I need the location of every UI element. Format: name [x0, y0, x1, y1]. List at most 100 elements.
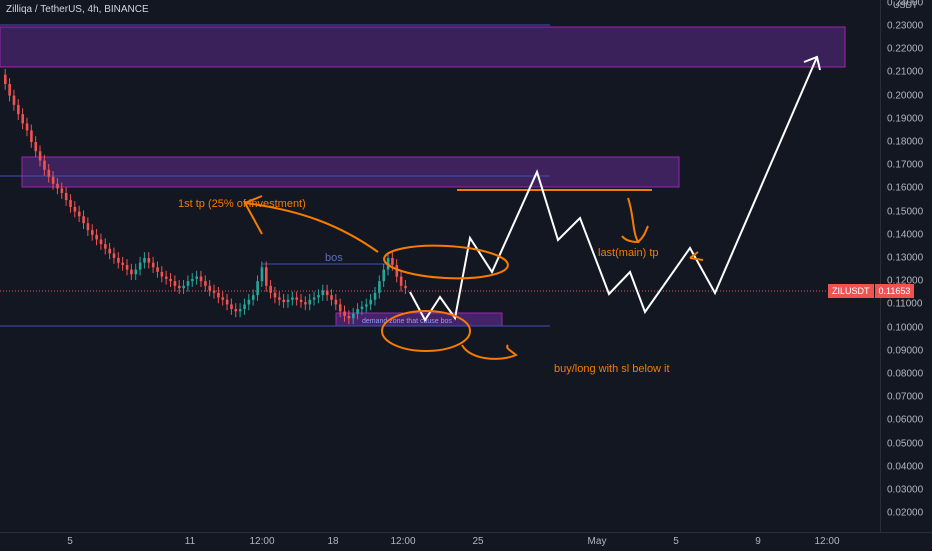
candle-body: [4, 74, 7, 84]
time-axis[interactable]: 5 11 12:00 18 12:00 25 May 5 9 12:00: [0, 532, 932, 551]
demand-zone-label: demand zone that cause bos: [362, 318, 452, 325]
price-axis-label: 0.22000: [887, 43, 924, 55]
price-axis-label: 0.17000: [887, 159, 924, 171]
candle-body: [43, 160, 46, 170]
candle-body: [138, 262, 142, 270]
candle-body: [60, 188, 64, 194]
candle-body: [286, 299, 290, 303]
time-axis-label: 25: [472, 536, 484, 547]
candle-body: [304, 302, 307, 305]
candle-body: [325, 290, 329, 296]
candle-body: [360, 306, 364, 310]
symbol-title: Zilliqa / TetherUS, 4h, BINANCE: [6, 4, 149, 15]
supply-zone-mid[interactable]: [21, 156, 680, 188]
price-axis-label: 0.16000: [887, 182, 924, 194]
candle-body: [17, 104, 20, 115]
candle-body: [278, 297, 281, 300]
candle-body: [217, 292, 220, 298]
candle-body: [330, 295, 333, 300]
time-axis-label: 18: [327, 536, 339, 547]
candle-body: [51, 176, 55, 184]
candle-body: [334, 299, 338, 305]
candle-body: [391, 258, 394, 265]
candle-body: [147, 258, 151, 263]
candle-body: [247, 299, 251, 305]
price-axis[interactable]: 0.24000 0.23000 0.22000 0.21000 0.20000 0.190…: [880, 0, 932, 532]
time-axis-label: 12:00: [390, 536, 416, 547]
candle-body: [178, 285, 181, 289]
price-axis-label: 0.15000: [887, 206, 924, 218]
current-price-value: 0.11653: [874, 284, 915, 298]
candle-body: [204, 281, 207, 286]
price-axis-label: 0.23000: [887, 20, 924, 32]
candle-body: [269, 285, 272, 293]
candle-body: [77, 211, 81, 217]
candle-body: [404, 285, 407, 289]
candle-body: [182, 285, 185, 289]
first-tp-label: 1st tp (25% of investment): [178, 198, 306, 210]
candle-body: [312, 297, 316, 300]
last-tp-arrow[interactable]: [621, 197, 649, 244]
candle-body: [134, 269, 138, 275]
candle-body: [186, 281, 190, 286]
candle-body: [365, 304, 368, 307]
candle-body: [86, 223, 90, 231]
price-axis-label: 0.04000: [887, 461, 924, 473]
price-axis-label: 0.09000: [887, 345, 924, 357]
price-axis-label: 0.08000: [887, 368, 924, 380]
candle-body: [151, 262, 155, 268]
chart-canvas[interactable]: bos demand zone that cause bos 1st tp (2…: [0, 0, 880, 532]
candle-body: [164, 276, 168, 279]
first-tp-arrow[interactable]: [244, 202, 379, 253]
candle-body: [352, 313, 355, 319]
candles: [4, 68, 407, 325]
candle-body: [156, 267, 159, 272]
candle-body: [121, 262, 125, 265]
candle-body: [256, 281, 259, 296]
buy-long-label: buy/long with sl below it: [554, 363, 670, 375]
price-axis-label: 0.10000: [887, 322, 924, 334]
time-axis-label: 9: [755, 536, 761, 547]
price-axis-label: 0.03000: [887, 484, 924, 496]
price-axis-label: 0.20000: [887, 90, 924, 102]
candle-body: [117, 258, 120, 263]
candle-body: [378, 281, 381, 293]
time-axis-label: 5: [673, 536, 679, 547]
projection-path[interactable]: [409, 56, 818, 322]
candle-body: [291, 297, 294, 300]
candle-body: [112, 253, 116, 258]
candle-body: [69, 200, 72, 207]
supply-zone-top[interactable]: [0, 26, 846, 68]
candle-body: [38, 151, 42, 161]
chart-area[interactable]: bos demand zone that cause bos 1st tp (2…: [0, 0, 880, 532]
current-price-symbol: ZILUSDT: [828, 284, 874, 298]
price-axis-label: 0.06000: [887, 414, 924, 426]
candle-body: [251, 295, 255, 300]
candle-body: [299, 299, 303, 303]
candle-body: [199, 276, 203, 282]
price-axis-label: 0.07000: [887, 391, 924, 403]
candle-body: [25, 123, 29, 131]
first-tp-circle[interactable]: [383, 243, 509, 281]
time-axis-label: 12:00: [814, 536, 840, 547]
candle-body: [169, 278, 172, 282]
candle-body: [221, 297, 225, 300]
candle-body: [91, 230, 94, 235]
buy-arrow[interactable]: [461, 344, 518, 360]
candle-body: [99, 239, 103, 245]
candle-body: [382, 269, 386, 282]
price-axis-label: 0.02000: [887, 507, 924, 519]
candle-body: [273, 292, 277, 298]
price-axis-label: 0.19000: [887, 113, 924, 125]
candle-body: [64, 193, 68, 200]
candle-body: [317, 295, 320, 298]
candle-body: [208, 285, 212, 291]
candle-body: [308, 299, 312, 305]
time-axis-label: 5: [67, 536, 73, 547]
candle-body: [125, 264, 129, 270]
candle-body: [295, 297, 299, 300]
candle-body: [195, 276, 198, 279]
bos-label: bos: [325, 252, 343, 264]
candle-body: [282, 299, 285, 303]
candle-body: [21, 114, 24, 124]
